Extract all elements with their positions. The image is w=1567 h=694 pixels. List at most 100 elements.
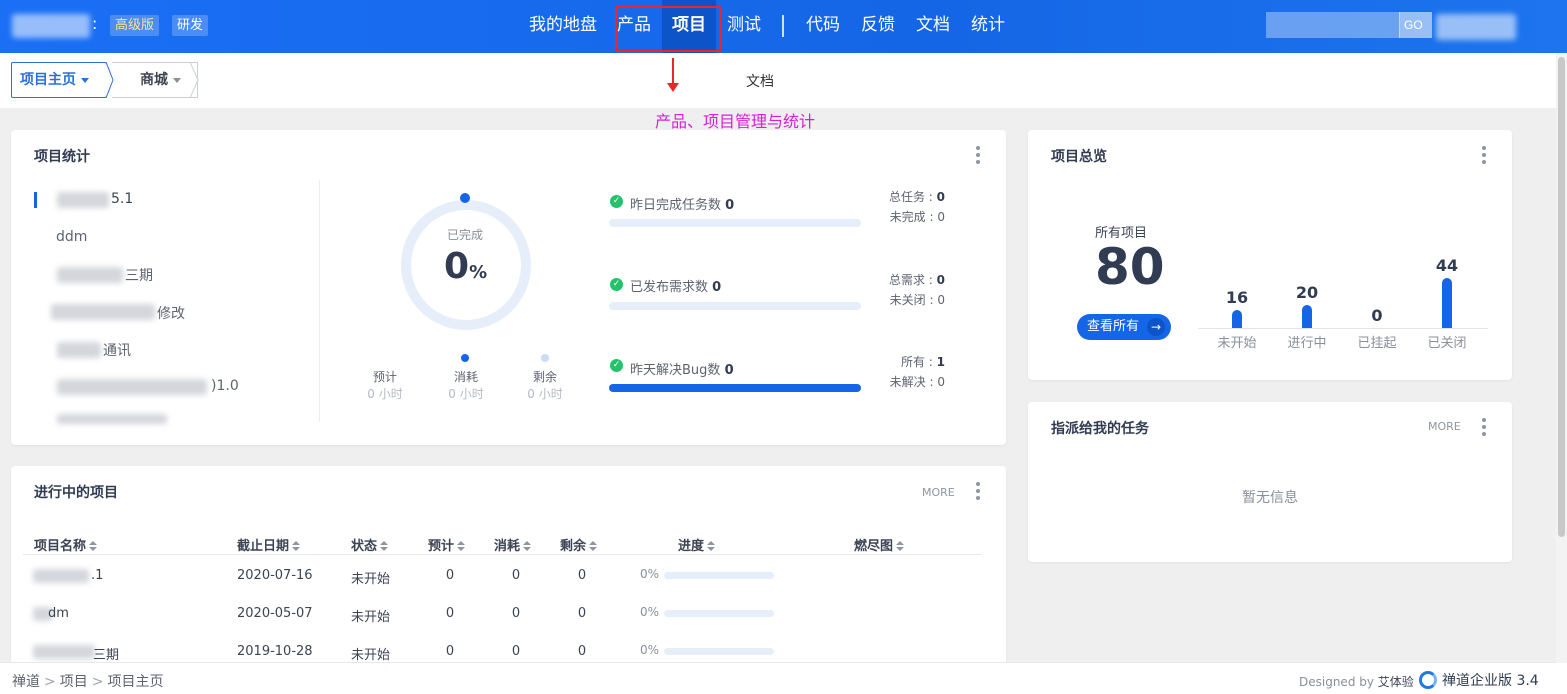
nav-code[interactable]: 代码 [806,0,840,53]
bugs-progress-bar [609,384,861,392]
blurred-text [57,342,101,358]
estimate: 0 [445,568,455,583]
search-input[interactable] [1266,12,1400,38]
project-home-dropdown[interactable]: 项目主页 [11,62,107,98]
empty-message: 暂无信息 [1242,490,1298,506]
left: 0 [577,606,587,621]
divider [319,180,320,422]
sort-icon [707,541,716,552]
panel-menu-icon[interactable] [976,482,980,500]
chevron-down-icon [173,77,181,83]
breadcrumb-project-home: 项目主页 [107,674,164,690]
panel-menu-icon[interactable] [1482,146,1486,164]
product-version[interactable]: 禅道企业版 3.4 [1442,670,1539,690]
tasks-yesterday-label: 昨日完成任务数 [630,198,722,213]
project-name-link[interactable]: 三期 [93,644,119,663]
panel-menu-icon[interactable] [1482,418,1486,436]
breadcrumb-arrow-icon [190,62,199,98]
ring-progress-dot [460,193,470,203]
total-tasks-value: 0 [936,190,945,204]
nav-stats[interactable]: 统计 [971,0,1005,53]
column-header-deadline[interactable]: 截止日期 [237,535,301,554]
left-dot [541,354,549,362]
zentao-logo-icon [1419,671,1437,689]
nav-feedback[interactable]: 反馈 [861,0,895,53]
project-name-link[interactable]: dm [48,606,69,621]
column-header-progress[interactable]: 进度 [678,535,716,554]
dept-badge[interactable]: 研发 [172,15,209,36]
blurred-text [57,379,207,395]
status-bar [1442,278,1452,328]
project-select-label: 商城 [140,72,168,88]
consumed-label: 消耗 [453,370,478,384]
panel-menu-icon[interactable] [976,146,980,164]
project-list-item[interactable]: ddm [56,229,87,245]
more-link[interactable]: MORE [1428,420,1461,433]
panel-title: 进行中的项目 [34,485,118,501]
user-menu-blurred[interactable] [1436,14,1516,40]
annotation-highlight-box [615,6,721,52]
designed-by-text: Designed by [1299,675,1374,689]
status-bar-value: 20 [1295,283,1319,302]
project-list-item[interactable]: )1.0 [211,378,239,394]
nav-qa[interactable]: 测试 [727,0,761,53]
breadcrumb-separator: > [91,674,104,690]
scrollbar-thumb[interactable] [1558,57,1565,537]
stories-published: 已发布需求数 0 [630,276,721,295]
arrow-right-icon: → [1147,318,1165,336]
blurred-text [57,267,123,283]
total-stories-label: 总需求 : [888,273,937,287]
sort-icon [589,541,598,552]
doc-link[interactable]: 文档 [746,71,774,91]
deadline: 2020-07-16 [237,568,313,583]
column-header-label: 预计 [428,539,455,554]
project-name-link[interactable]: .1 [91,568,103,583]
blurred-text [57,414,167,424]
tasks-progress-bar [609,219,861,227]
column-header-estimate[interactable]: 预计 [428,535,466,554]
breadcrumb-separator: > [44,674,56,690]
annotation-text: 产品、项目管理与统计 [655,112,816,131]
nav-doc[interactable]: 文档 [916,0,950,53]
annotation-arrow-head [667,83,679,92]
bugs-resolved-label: 昨天解决Bug数 [630,363,721,378]
panel-title: 项目统计 [34,149,90,165]
project-select-dropdown[interactable]: 商城 [112,62,198,98]
nav-my[interactable]: 我的地盘 [529,0,597,53]
status-bar-label: 已关闭 [1427,336,1467,351]
ring-label: 已完成 [447,228,484,242]
view-all-button[interactable]: 查看所有 → [1077,314,1171,340]
designed-by-label: Designed by 艾体验 [1299,673,1414,690]
page-scrollbar[interactable] [1556,53,1567,663]
left-value: 0 小时 [527,387,563,401]
designer-link[interactable]: 艾体验 [1378,675,1414,689]
search-button[interactable]: GO [1399,12,1432,38]
breadcrumb-zentao[interactable]: 禅道 [12,674,40,690]
project-list-item[interactable]: 修改 [157,303,185,323]
project-list-item[interactable]: 三期 [125,265,153,285]
more-link[interactable]: MORE [922,486,955,499]
breadcrumb-project[interactable]: 项目 [60,674,88,690]
progress-bar [664,648,774,655]
project-name-blurred [118,73,140,89]
column-header-consumed[interactable]: 消耗 [494,535,532,554]
all-bugs-label: 所有 : [900,355,937,369]
total-stories-value: 0 [936,273,945,287]
left-label: 剩余 [532,370,557,384]
estimate-value: 0 小时 [367,387,403,401]
column-header-label: 剩余 [560,539,587,554]
progress-percent: 0% [640,605,660,619]
progress-bar [664,610,774,617]
column-header-label: 状态 [351,539,378,554]
project-list-item[interactable]: 5.1 [111,191,133,207]
ongoing-projects-panel: 进行中的项目 MORE 项目名称 截止日期 状态 预计 消耗 剩余 进度 燃尽图… [11,466,1006,666]
deadline: 2020-05-07 [237,606,313,621]
column-header-status[interactable]: 状态 [351,535,389,554]
panel-title: 项目总览 [1051,149,1107,165]
column-header-name[interactable]: 项目名称 [34,535,98,554]
column-header-left[interactable]: 剩余 [560,535,598,554]
unresolved-bugs-label: 未解决 : [889,375,938,389]
project-stats-panel: 项目统计 5.1 ddm 三期 修改 通讯 )1.0 已完成 0% 预计 消耗 … [11,130,1006,445]
project-list-item[interactable]: 通讯 [103,340,131,360]
column-header-burndown[interactable]: 燃尽图 [854,535,905,554]
